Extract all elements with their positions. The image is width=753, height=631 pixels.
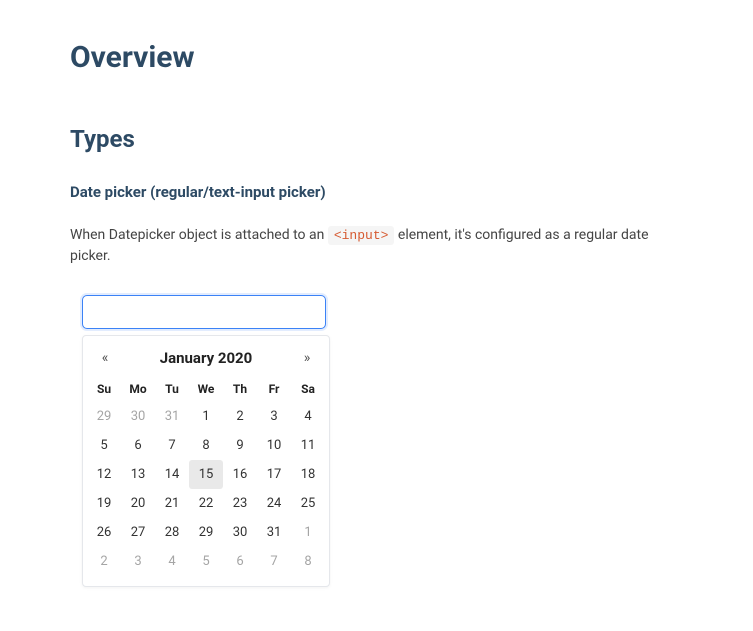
calendar-day[interactable]: 4 [291, 402, 325, 431]
subheading-date-picker: Date picker (regular/text-input picker) [70, 183, 683, 201]
calendar-day[interactable]: 28 [155, 518, 189, 547]
input-tag-code: <input> [328, 226, 395, 245]
calendar-day[interactable]: 14 [155, 460, 189, 489]
calendar-day[interactable]: 3 [121, 547, 155, 576]
calendar-day[interactable]: 24 [257, 489, 291, 518]
calendar-popup: « January 2020 » SuMoTuWeThFrSa293031123… [82, 335, 330, 587]
calendar-day[interactable]: 5 [87, 431, 121, 460]
calendar-day[interactable]: 12 [87, 460, 121, 489]
calendar-day[interactable]: 6 [223, 547, 257, 576]
calendar-day[interactable]: 17 [257, 460, 291, 489]
calendar-day[interactable]: 1 [291, 518, 325, 547]
calendar-day[interactable]: 8 [189, 431, 223, 460]
calendar-day[interactable]: 31 [257, 518, 291, 547]
calendar-day[interactable]: 5 [189, 547, 223, 576]
calendar-day[interactable]: 20 [121, 489, 155, 518]
calendar-day[interactable]: 19 [87, 489, 121, 518]
description-paragraph: When Datepicker object is attached to an… [70, 225, 683, 267]
next-month-button[interactable]: » [293, 346, 321, 370]
calendar-grid: SuMoTuWeThFrSa29303112345678910111213141… [85, 378, 327, 580]
calendar-day[interactable]: 30 [223, 518, 257, 547]
calendar-day[interactable]: 23 [223, 489, 257, 518]
calendar-day[interactable]: 30 [121, 402, 155, 431]
dow-header: Th [223, 378, 257, 402]
calendar-day[interactable]: 11 [291, 431, 325, 460]
calendar-day[interactable]: 2 [87, 547, 121, 576]
calendar-day[interactable]: 4 [155, 547, 189, 576]
prev-month-button[interactable]: « [91, 346, 119, 370]
calendar-day[interactable]: 9 [223, 431, 257, 460]
dow-header: Sa [291, 378, 325, 402]
calendar-day[interactable]: 16 [223, 460, 257, 489]
dow-header: We [189, 378, 223, 402]
calendar-day[interactable]: 7 [257, 547, 291, 576]
heading-overview: Overview [70, 40, 683, 75]
dow-header: Tu [155, 378, 189, 402]
calendar-day[interactable]: 2 [223, 402, 257, 431]
calendar-day[interactable]: 10 [257, 431, 291, 460]
calendar-day[interactable]: 3 [257, 402, 291, 431]
calendar-day[interactable]: 6 [121, 431, 155, 460]
calendar-day[interactable]: 15 [189, 460, 223, 489]
calendar-day[interactable]: 31 [155, 402, 189, 431]
date-input[interactable] [82, 295, 326, 329]
calendar-day[interactable]: 29 [189, 518, 223, 547]
calendar-day[interactable]: 21 [155, 489, 189, 518]
description-pre: When Datepicker object is attached to an [70, 227, 328, 243]
calendar-day[interactable]: 27 [121, 518, 155, 547]
calendar-day[interactable]: 18 [291, 460, 325, 489]
calendar-day[interactable]: 7 [155, 431, 189, 460]
calendar-day[interactable]: 26 [87, 518, 121, 547]
calendar-day[interactable]: 8 [291, 547, 325, 576]
dow-header: Mo [121, 378, 155, 402]
calendar-day[interactable]: 25 [291, 489, 325, 518]
calendar-day[interactable]: 29 [87, 402, 121, 431]
month-year-label[interactable]: January 2020 [160, 349, 253, 367]
dow-header: Fr [257, 378, 291, 402]
heading-types: Types [70, 125, 683, 153]
calendar-day[interactable]: 13 [121, 460, 155, 489]
calendar-day[interactable]: 22 [189, 489, 223, 518]
dow-header: Su [87, 378, 121, 402]
calendar-day[interactable]: 1 [189, 402, 223, 431]
